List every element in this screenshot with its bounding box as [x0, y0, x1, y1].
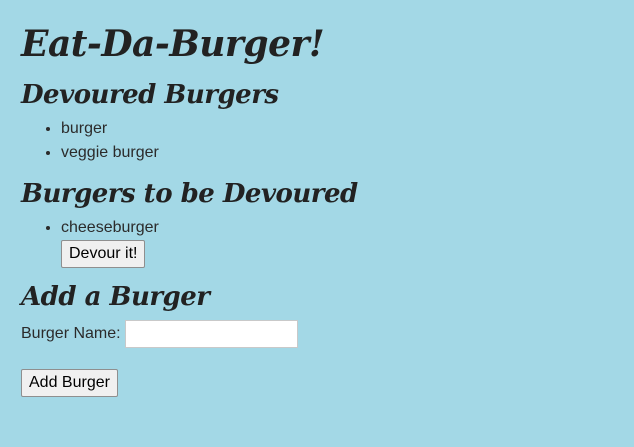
devoured-item: veggie burger: [61, 141, 613, 165]
add-burger-heading: Add a Burger: [21, 282, 210, 312]
to-devour-list: cheeseburger Devour it!: [21, 216, 613, 268]
devoured-list: burger veggie burger: [21, 117, 613, 165]
burger-name-row: Burger Name:: [21, 320, 613, 348]
devoured-heading: Devoured Burgers: [21, 80, 279, 110]
page-container: Eat-Da-Burger! Devoured Burgers burger v…: [0, 0, 634, 397]
add-button-row: Add Burger: [21, 369, 613, 397]
devour-button[interactable]: Devour it!: [61, 240, 146, 268]
to-devour-item: cheeseburger Devour it!: [61, 216, 613, 268]
burger-name-label: Burger Name:: [21, 325, 121, 342]
devoured-item: burger: [61, 117, 613, 141]
to-devour-heading: Burgers to be Devoured: [21, 179, 358, 209]
burger-name-input[interactable]: [124, 320, 298, 348]
page-title: Eat-Da-Burger!: [21, 23, 325, 65]
burger-name: cheeseburger: [61, 219, 159, 236]
add-burger-button[interactable]: Add Burger: [21, 369, 118, 397]
